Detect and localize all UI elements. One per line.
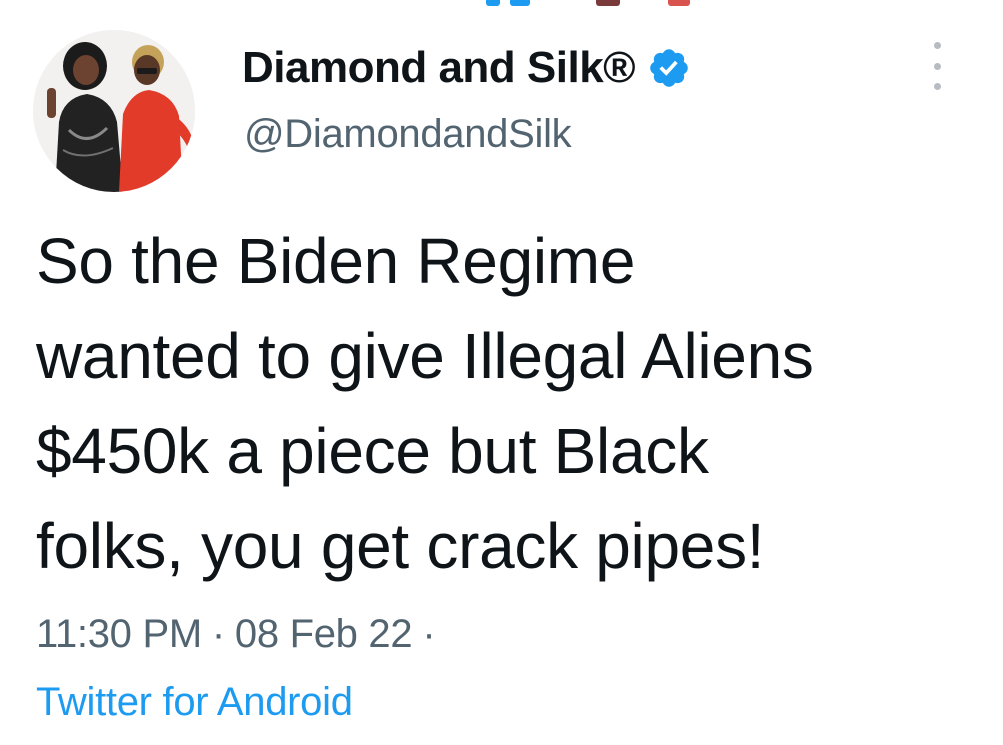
separator: · (211, 612, 225, 656)
display-name[interactable]: Diamond and Silk® (242, 43, 636, 93)
cutoff-fragment (668, 0, 690, 6)
avatar-image (33, 30, 195, 192)
dot (933, 83, 941, 90)
tweet-text-line: wanted to give Illegal Aliens (36, 320, 814, 392)
author-handle[interactable]: @DiamondandSilk (244, 112, 572, 157)
dot (933, 42, 941, 49)
cutoff-fragment (596, 0, 620, 6)
tweet-timestamp-row: 11:30 PM · 08 Feb 22 · (36, 612, 445, 657)
top-edge-cutoff (0, 0, 1003, 10)
tweet-time[interactable]: 11:30 PM (36, 612, 202, 656)
tweet-text: So the Biden Regime wanted to give Illeg… (36, 214, 976, 594)
tweet-text-line: $450k a piece but Black (36, 415, 709, 487)
tweet-text-line: folks, you get crack pipes! (36, 510, 765, 582)
author-name-row: Diamond and Silk® (242, 36, 691, 100)
cutoff-fragment (486, 0, 500, 6)
dot (933, 62, 941, 70)
cutoff-fragment (510, 0, 530, 6)
more-options-icon[interactable] (922, 42, 952, 90)
verified-badge-icon (647, 46, 691, 90)
tweet-source-link[interactable]: Twitter for Android (36, 680, 353, 725)
profile-avatar[interactable] (33, 30, 195, 192)
separator: · (422, 612, 436, 656)
tweet-date[interactable]: 08 Feb 22 (235, 612, 413, 656)
tweet-text-line: So the Biden Regime (36, 225, 636, 297)
